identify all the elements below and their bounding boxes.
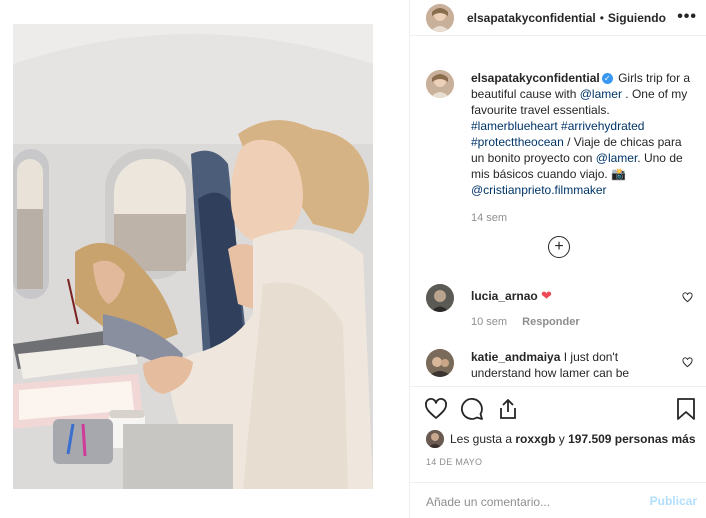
likes-summary: Les gusta a roxxgb y 197.509 personas má… (426, 430, 696, 448)
share-icon[interactable] (496, 397, 520, 421)
post-side-panel: elsapatakyconfidential • Siguiendo ••• e… (409, 0, 706, 518)
comments-scroll[interactable]: elsapatakyconfidential ✓ Girls trip for a… (410, 50, 706, 386)
caption-username[interactable]: elsapatakyconfidential (471, 71, 600, 85)
caption: elsapatakyconfidential ✓ Girls trip for a… (426, 70, 701, 198)
like-comment-icon[interactable] (682, 292, 693, 303)
verified-badge-icon: ✓ (601, 73, 613, 85)
add-comment-input[interactable] (426, 492, 636, 512)
mention-filmmaker[interactable]: @cristianprieto.filmmaker (471, 183, 607, 197)
publish-button[interactable]: Publicar (650, 494, 697, 508)
liker-avatar[interactable] (426, 430, 444, 448)
post-actions: Les gusta a roxxgb y 197.509 personas má… (410, 386, 706, 518)
caption-text: elsapatakyconfidential ✓ Girls trip for a… (471, 70, 691, 198)
comment-time[interactable]: 10 sem (471, 316, 507, 328)
reply-button[interactable]: Responder (522, 316, 579, 328)
add-comment-bar: Publicar (410, 482, 706, 518)
post-photo[interactable] (13, 24, 373, 489)
caption-avatar[interactable] (426, 70, 454, 98)
comment-username[interactable]: katie_andmaiya (471, 350, 560, 364)
comment-item: katie_andmaiya I just don't understand h… (426, 349, 701, 381)
photo-pane (0, 0, 410, 518)
separator-dot: • (599, 10, 604, 25)
liker-username[interactable]: roxxgb (515, 432, 555, 446)
comment-body: katie_andmaiya I just don't understand h… (471, 349, 671, 381)
mention-lamer-2[interactable]: @lamer (596, 151, 638, 165)
photo-illustration (13, 24, 373, 489)
bookmark-icon[interactable] (675, 397, 697, 421)
likes-prefix: Les gusta a (450, 432, 513, 446)
following-button[interactable]: Siguiendo (608, 11, 666, 25)
action-icons (424, 397, 532, 421)
likes-mid: y (558, 432, 565, 446)
commenter-avatar[interactable] (426, 349, 454, 377)
comment-username[interactable]: lucia_arnao (471, 289, 538, 303)
red-heart-emoji: ❤ (541, 288, 552, 303)
author-username[interactable]: elsapatakyconfidential (467, 11, 596, 25)
mention-lamer[interactable]: @lamer (580, 87, 622, 101)
load-more-comments-icon[interactable]: + (548, 236, 570, 258)
like-comment-icon[interactable] (682, 357, 693, 368)
caption-time[interactable]: 14 sem (471, 212, 507, 224)
commenter-avatar[interactable] (426, 284, 454, 312)
post-date[interactable]: 14 DE MAYO (426, 457, 482, 467)
comment-icon[interactable] (460, 397, 484, 421)
post-header: elsapatakyconfidential • Siguiendo ••• (410, 0, 706, 36)
more-options-icon[interactable]: ••• (677, 8, 697, 26)
heart-icon[interactable] (424, 397, 448, 421)
comment-body: lucia_arnao ❤ 10 sem Responder (471, 284, 671, 330)
author-avatar[interactable] (426, 3, 454, 32)
comment-item: lucia_arnao ❤ 10 sem Responder (426, 284, 701, 330)
likes-count[interactable]: 197.509 personas más (568, 432, 695, 446)
comment-meta: 10 sem Responder (471, 314, 671, 330)
